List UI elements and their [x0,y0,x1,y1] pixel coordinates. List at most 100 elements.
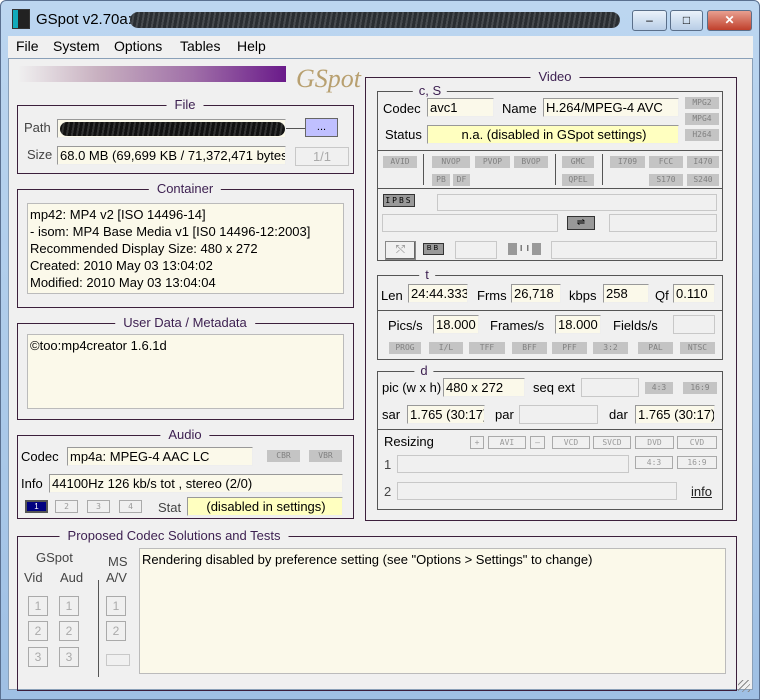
audio-info-field: 44100Hz 126 kb/s tot , stereo (2/0) [49,474,343,493]
vcd-button[interactable]: VCD [552,436,590,449]
cvd-button[interactable]: CVD [677,436,717,449]
bb-field [455,241,497,259]
audio-codec-label: Codec [21,449,59,464]
container-legend: Container [148,181,222,196]
resize-grip-icon[interactable] [738,680,750,692]
bb-indicator: BB [423,243,444,255]
audio-stat-label: Stat [158,500,182,515]
divider [423,154,424,185]
avid-badge: AVID [383,156,417,168]
cbr-badge: CBR [267,450,300,462]
aud-1-button[interactable]: 1 [59,596,79,616]
resizing-label: Resizing [384,434,434,449]
sar-field: 1.765 (30:17) [407,405,485,424]
stream-2-button[interactable]: 2 [55,500,78,513]
avi-button[interactable]: AVI [488,436,526,449]
qpel-badge: QPEL [562,174,594,186]
av-label: A/V [106,570,127,585]
dvd-button[interactable]: DVD [635,436,674,449]
seq-field [581,378,639,397]
par-label: par [495,407,514,422]
resize-43-button[interactable]: 4:3 [635,456,673,469]
t-legend: t [419,267,435,282]
plus-button[interactable]: + [470,436,484,449]
pvop-badge: PVOP [475,156,510,168]
proposed-text: Rendering disabled by preference setting… [139,548,726,674]
ms-2-button[interactable]: 2 [106,621,126,641]
maximize-button[interactable]: □ [670,10,703,31]
pulldown-badge: 3:2 [593,342,628,354]
menu-help[interactable]: Help [237,38,266,54]
fps-label: Frames/s [490,318,545,333]
df-badge: DF [453,174,470,186]
pic-field: 480 x 272 [443,378,525,397]
seq-label: seq ext [533,380,575,395]
proposed-legend: Proposed Codec Solutions and Tests [59,528,289,543]
stream-4-button[interactable]: 4 [119,500,142,513]
menu-options[interactable]: Options [114,38,162,54]
h264-badge: H264 [685,129,719,141]
frame-field-left [382,214,558,232]
qf-label: Qf [655,288,669,303]
bff-badge: BFF [512,342,547,354]
menu-tables[interactable]: Tables [180,38,220,54]
aud-2-button[interactable]: 2 [59,621,79,641]
resize-row1-field [397,455,629,473]
video-name-label: Name [502,101,537,116]
pal-badge: PAL [638,342,673,354]
container-line: Recommended Display Size: 480 x 272 [30,241,258,256]
aud-3-button[interactable]: 3 [59,647,79,667]
divider [98,580,99,677]
qf-field: 0.110 [673,284,715,303]
path-field[interactable] [57,119,286,138]
container-info: mp42: MP4 v2 [ISO 14496-14] - isom: MP4 … [27,203,344,294]
redacted-title [130,12,620,28]
i470-badge: I470 [687,156,719,168]
ii-indicator: I I [508,243,541,255]
vid-3-button[interactable]: 3 [28,647,48,667]
browse-button[interactable]: ... [305,118,338,137]
divider [555,154,556,185]
gspot-logo: GSpot [296,64,361,93]
menu-system[interactable]: System [53,38,100,54]
resize-row1-label: 1 [384,457,392,472]
audio-stat-field: (disabled in settings) [187,497,343,516]
ii-field [551,241,717,259]
split-arrow-icon: ⇌ [567,216,595,230]
resize-row2-label: 2 [384,484,392,499]
menu-file[interactable]: File [16,38,39,54]
audio-legend: Audio [160,427,210,442]
gop-button[interactable]: ⤲ [385,241,416,260]
fields-label: Fields/s [613,318,658,333]
size-field: 68.0 MB (69,699 KB / 71,372,471 bytes) [57,146,286,165]
fcc-badge: FCC [649,156,683,168]
file-count: 1/1 [295,147,349,166]
stream-3-button[interactable]: 3 [87,500,110,513]
mpg2-badge: MPG2 [685,97,719,109]
fps-field: 18.000 [555,315,601,334]
dar-label: dar [609,407,628,422]
vbr-badge: VBR [309,450,342,462]
par-field [519,405,598,424]
app-icon [12,9,30,29]
il-badge: I/L [429,342,463,354]
svcd-button[interactable]: SVCD [593,436,631,449]
window-title: GSpot v2.70a: [36,11,132,28]
ar43-badge: 4:3 [645,382,673,394]
info-link[interactable]: info [691,484,712,499]
gspot-label: GSpot [36,550,73,565]
progress-gradient [18,66,286,82]
minimize-button[interactable]: – [632,10,667,31]
ms-1-button[interactable]: 1 [106,596,126,616]
d-legend: d [414,363,434,378]
path-connector [286,128,305,129]
container-line: - isom: MP4 Base Media v1 [IS0 14496-12:… [30,224,311,239]
container-line: Created: 2010 May 03 13:04:02 [30,258,213,273]
close-button[interactable]: ✕ [707,10,752,31]
resize-169-button[interactable]: 16:9 [677,456,717,469]
frame-pattern-field [437,194,717,211]
vid-1-button[interactable]: 1 [28,596,48,616]
stream-1-button[interactable]: 1 [25,500,48,513]
vid-2-button[interactable]: 2 [28,621,48,641]
minus-button[interactable]: – [530,436,545,449]
